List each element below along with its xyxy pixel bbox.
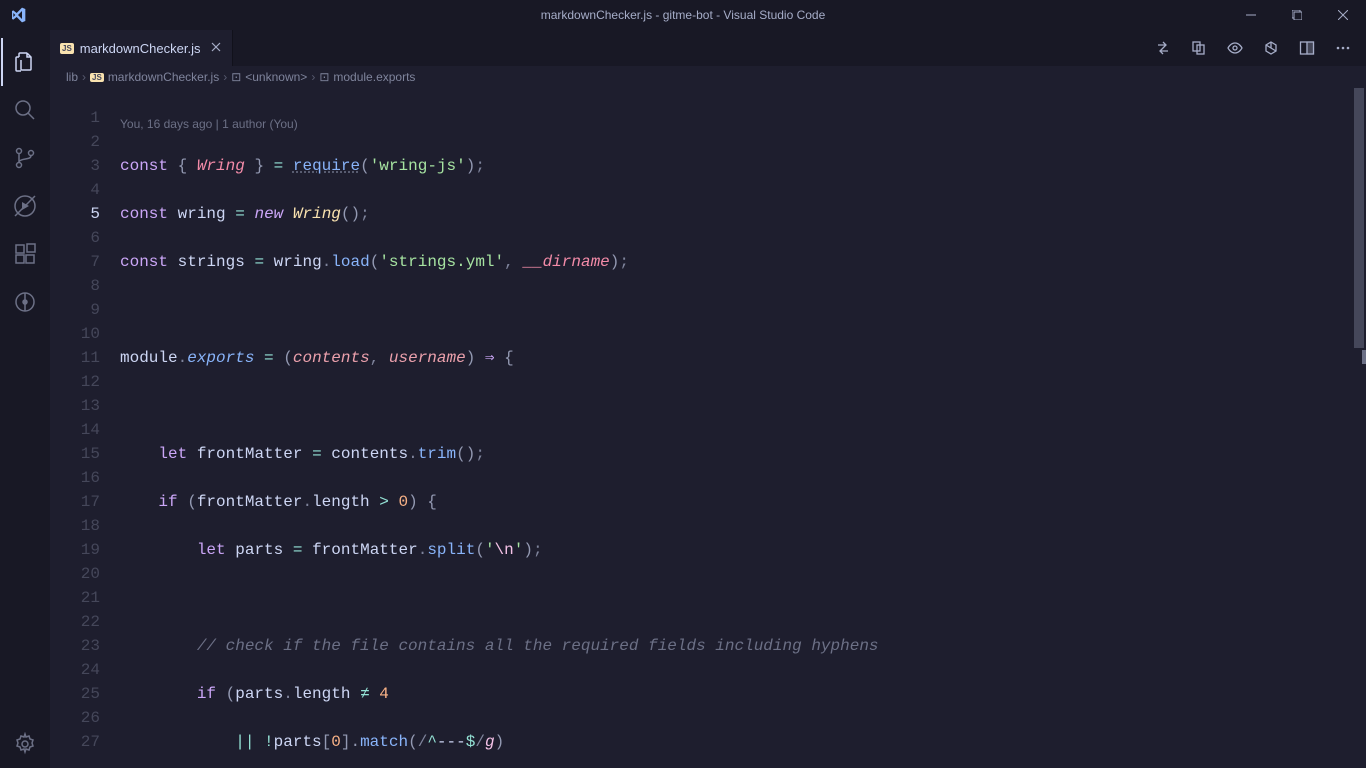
- codelens[interactable]: You, 16 days ago | 1 author (You): [120, 112, 1366, 130]
- js-file-icon: JS: [60, 43, 74, 54]
- breadcrumbs[interactable]: lib › JS markdownChecker.js › ⊡ <unknown…: [50, 66, 1366, 88]
- breadcrumb-symbol[interactable]: module.exports: [333, 70, 415, 84]
- overview-marker: [1362, 350, 1366, 364]
- activity-bar: [0, 30, 50, 768]
- code-editor[interactable]: 1234 5678 9101112 13141516 17181920 2122…: [50, 88, 1366, 768]
- tab-markdownchecker[interactable]: JS markdownChecker.js: [50, 30, 233, 66]
- vertical-scrollbar[interactable]: [1352, 88, 1366, 768]
- explorer-icon[interactable]: [1, 38, 49, 86]
- editor-area: JS markdownChecker.js lib › JS markdownC…: [50, 30, 1366, 768]
- chevron-right-icon: ›: [311, 70, 315, 84]
- window-title: markdownChecker.js - gitme-bot - Visual …: [541, 8, 826, 22]
- breadcrumb-folder[interactable]: lib: [66, 70, 78, 84]
- title-bar: markdownChecker.js - gitme-bot - Visual …: [0, 0, 1366, 30]
- window-controls: [1228, 0, 1366, 30]
- action-icon-4[interactable]: [1260, 37, 1282, 59]
- tab-filename: markdownChecker.js: [80, 41, 201, 56]
- vscode-logo-icon: [0, 7, 35, 23]
- code-content[interactable]: You, 16 days ago | 1 author (You) const …: [120, 88, 1366, 768]
- minimize-button[interactable]: [1228, 0, 1274, 30]
- js-file-icon: JS: [90, 73, 104, 82]
- symbol-icon: ⊡: [319, 70, 329, 84]
- line-number-gutter: 1234 5678 9101112 13141516 17181920 2122…: [50, 88, 120, 768]
- maximize-button[interactable]: [1274, 0, 1320, 30]
- breadcrumb-file[interactable]: markdownChecker.js: [108, 70, 219, 84]
- action-icon-3[interactable]: [1224, 37, 1246, 59]
- chevron-right-icon: ›: [82, 70, 86, 84]
- search-icon[interactable]: [1, 86, 49, 134]
- breadcrumb-symbol[interactable]: <unknown>: [245, 70, 307, 84]
- scrollbar-thumb[interactable]: [1354, 88, 1364, 348]
- source-control-icon[interactable]: [1, 134, 49, 182]
- action-icon-1[interactable]: [1152, 37, 1174, 59]
- gitlens-icon[interactable]: [1, 278, 49, 326]
- settings-gear-icon[interactable]: [1, 720, 49, 768]
- tab-bar: JS markdownChecker.js: [50, 30, 1366, 66]
- debug-icon[interactable]: [1, 182, 49, 230]
- split-editor-icon[interactable]: [1296, 37, 1318, 59]
- action-icon-2[interactable]: [1188, 37, 1210, 59]
- symbol-icon: ⊡: [231, 70, 241, 84]
- more-actions-icon[interactable]: [1332, 37, 1354, 59]
- tab-actions: [1152, 30, 1366, 66]
- tab-close-icon[interactable]: [210, 41, 222, 56]
- close-button[interactable]: [1320, 0, 1366, 30]
- chevron-right-icon: ›: [223, 70, 227, 84]
- extensions-icon[interactable]: [1, 230, 49, 278]
